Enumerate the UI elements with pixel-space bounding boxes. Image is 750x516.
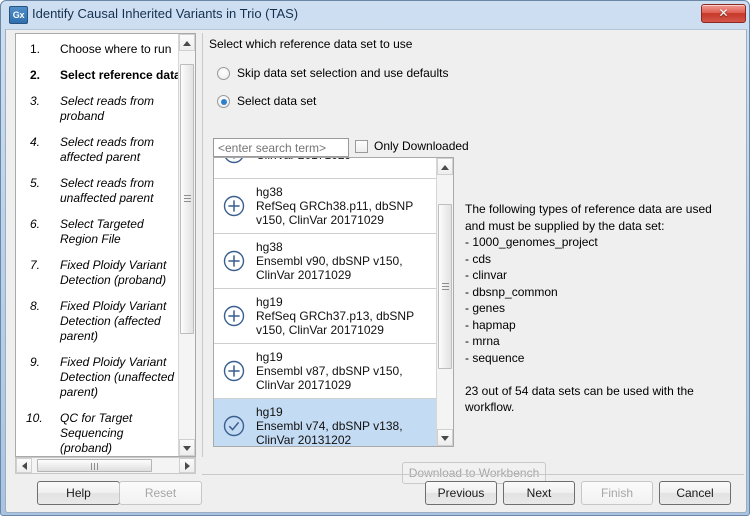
reset-button[interactable]: Reset [119, 481, 202, 505]
wizard-step-label: Select reads from affected parent [60, 135, 155, 164]
dataset-list-item[interactable]: hg19 Ensembl v74, dbSNP v138, ClinVar 201… [214, 399, 438, 447]
wizard-step-9[interactable]: 9. Fixed Ploidy Variant Detection (unaffe… [16, 355, 180, 400]
dataset-list-scrollbar[interactable] [436, 158, 453, 446]
help-button[interactable]: Help [37, 481, 120, 505]
wizard-step-label: QC for Target Sequencing (proband) [60, 411, 133, 455]
window-title: Identify Causal Inherited Variants in Tr… [32, 6, 299, 21]
wizard-step-label: Fixed Ploidy Variant Detection (unaffect… [60, 355, 175, 399]
dataset-description: Ensembl v87, dbSNP v150, ClinVar 2017102… [256, 364, 403, 392]
wizard-step-label: Fixed Ploidy Variant Detection (affected… [60, 299, 167, 343]
plus-circle-icon[interactable] [223, 250, 245, 272]
wizard-step-number: 3. [30, 94, 41, 108]
dataset-description: RefSeq GRCh38.p11, dbSNP v150, ClinVar 2… [256, 199, 413, 227]
dataset-scroll-up-icon[interactable] [437, 158, 453, 175]
wizard-step-number: 6. [30, 217, 41, 231]
wizard-step-8[interactable]: 8. Fixed Ploidy Variant Detection (affect… [16, 299, 180, 344]
gx-icon: Gx [9, 6, 28, 24]
radio-skip-label: Skip data set selection and use defaults [237, 66, 449, 80]
dataset-scroll-thumb[interactable] [438, 204, 452, 369]
wizard-step-number: 2. [30, 68, 41, 82]
dataset-description: RefSeq GRCh37.p13, dbSNP v150, ClinVar 2… [256, 309, 414, 337]
dataset-scroll-down-icon[interactable] [437, 429, 453, 446]
sidebar-horizontal-scrollbar[interactable] [15, 457, 196, 474]
wizard-step-number: 1. [30, 42, 41, 56]
dialog-client-area: 1. Choose where to run 2. Select reference … [5, 29, 747, 513]
main-content-pane: Select which reference data set to use S… [202, 33, 744, 484]
wizard-step-number: 4. [30, 135, 41, 149]
radio-select-label: Select data set [237, 94, 317, 108]
dataset-list[interactable]: Ensembl v91, dbSNP v150, ClinVar 2017102… [213, 157, 454, 447]
plus-circle-icon[interactable] [223, 158, 245, 164]
wizard-step-1[interactable]: 1. Choose where to run [16, 42, 180, 57]
previous-button[interactable]: Previous [425, 481, 497, 505]
title-bar: Gx Identify Causal Inherited Variants in… [1, 1, 750, 29]
dataset-genome-build: hg19 [256, 350, 283, 364]
wizard-step-label: Fixed Ploidy Variant Detection (proband) [60, 258, 167, 287]
sidebar-scroll-up-icon[interactable] [179, 34, 195, 51]
sidebar-scroll-left-icon[interactable] [16, 458, 32, 473]
wizard-step-sidebar: 1. Choose where to run 2. Select reference … [15, 33, 196, 457]
wizard-step-number: 5. [30, 176, 41, 190]
dataset-list-item[interactable]: hg38 Ensembl v90, dbSNP v150, ClinVar 201… [214, 234, 438, 289]
sidebar-hscroll-thumb[interactable] [37, 459, 152, 472]
dataset-genome-build: hg19 [256, 405, 283, 419]
dataset-list-item[interactable]: hg38 RefSeq GRCh38.p11, dbSNP v150, ClinV… [214, 179, 438, 234]
reference-data-info-text: The following types of reference data ar… [465, 202, 712, 414]
only-downloaded-label: Only Downloaded [374, 139, 469, 153]
footer-separator [202, 474, 744, 475]
wizard-step-label: Select Targeted Region File [60, 217, 144, 246]
checkbox-indicator [355, 140, 368, 153]
dataset-list-item[interactable]: hg19 Ensembl v87, dbSNP v150, ClinVar 201… [214, 344, 438, 399]
dataset-description: Ensembl v74, dbSNP v138, ClinVar 2013120… [256, 419, 403, 447]
dataset-list-items: Ensembl v91, dbSNP v150, ClinVar 2017102… [214, 158, 438, 447]
finish-button[interactable]: Finish [581, 481, 653, 505]
wizard-step-list: 1. Choose where to run 2. Select reference … [16, 34, 196, 456]
wizard-step-2[interactable]: 2. Select reference data se [16, 68, 196, 83]
wizard-step-label: Select reads from proband [60, 94, 155, 123]
dataset-description: Ensembl v90, dbSNP v150, ClinVar 2017102… [256, 254, 403, 282]
wizard-step-5[interactable]: 5. Select reads from unaffected parent [16, 176, 180, 206]
sidebar-scroll-thumb[interactable] [180, 64, 194, 334]
dataset-description: Ensembl v91, dbSNP v150, ClinVar 2017102… [256, 158, 432, 162]
wizard-step-6[interactable]: 6. Select Targeted Region File [16, 217, 180, 247]
wizard-step-number: 9. [30, 355, 41, 369]
dataset-genome-build: hg19 [256, 295, 283, 309]
sidebar-scroll-right-icon[interactable] [179, 458, 195, 473]
dataset-genome-build: hg38 [256, 240, 283, 254]
wizard-step-4[interactable]: 4. Select reads from affected parent [16, 135, 180, 165]
plus-circle-icon[interactable] [223, 360, 245, 382]
sidebar-vertical-scrollbar[interactable] [178, 34, 195, 456]
dataset-list-item[interactable]: Ensembl v91, dbSNP v150, ClinVar 2017102… [214, 158, 438, 179]
dataset-genome-build: hg38 [256, 185, 283, 199]
wizard-step-10[interactable]: 10. QC for Target Sequencing (proband) [16, 411, 180, 456]
plus-circle-icon[interactable] [223, 195, 245, 217]
wizard-step-label: Choose where to run [60, 42, 172, 56]
cancel-button[interactable]: Cancel [659, 481, 731, 505]
sidebar-scroll-down-icon[interactable] [179, 439, 195, 456]
next-button[interactable]: Next [503, 481, 575, 505]
wizard-step-7[interactable]: 7. Fixed Ploidy Variant Detection (proban… [16, 258, 180, 288]
wizard-step-label: Select reference data se [60, 68, 196, 82]
wizard-step-number: 8. [30, 299, 41, 313]
radio-skip-indicator [217, 67, 230, 80]
pane-title: Select which reference data set to use [209, 37, 413, 51]
dialog-window: Gx Identify Causal Inherited Variants in… [0, 0, 750, 516]
wizard-step-number: 7. [30, 258, 41, 272]
check-circle-icon[interactable] [223, 415, 245, 437]
dataset-list-item[interactable]: hg19 RefSeq GRCh37.p13, dbSNP v150, ClinV… [214, 289, 438, 344]
wizard-step-number: 10. [26, 411, 43, 425]
search-input[interactable] [213, 138, 349, 157]
close-icon[interactable]: ✕ [701, 4, 746, 23]
plus-circle-icon[interactable] [223, 305, 245, 327]
wizard-step-3[interactable]: 3. Select reads from proband [16, 94, 180, 124]
radio-select-indicator [217, 95, 230, 108]
wizard-step-label: Select reads from unaffected parent [60, 176, 155, 205]
